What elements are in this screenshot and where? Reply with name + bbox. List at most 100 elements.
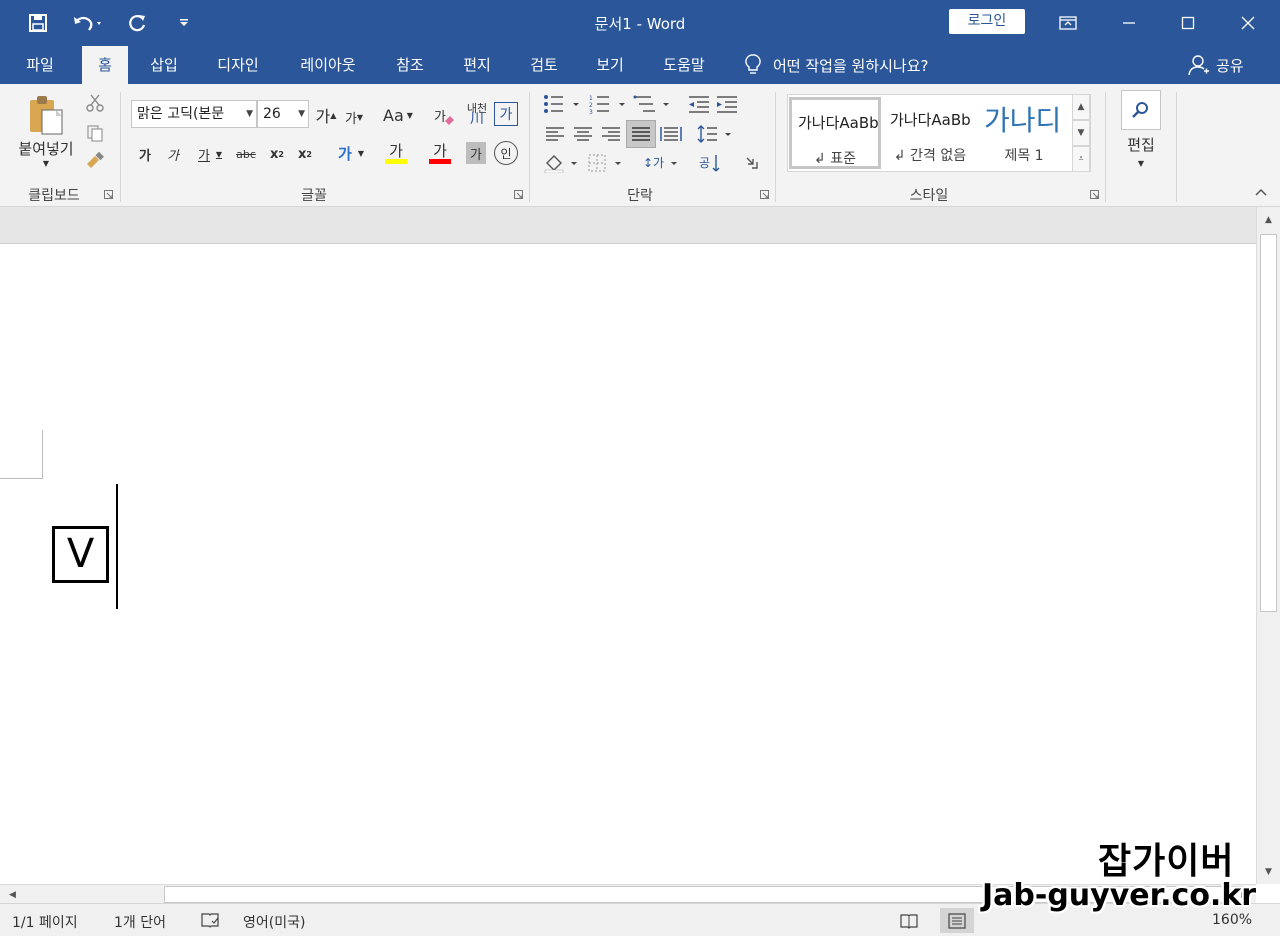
superscript-button[interactable]: x2: [294, 142, 316, 166]
ribbon-display-options-button[interactable]: [1050, 8, 1086, 38]
tab-home[interactable]: 홈: [82, 46, 128, 84]
clear-formatting-button[interactable]: 가: [432, 102, 458, 128]
tab-layout[interactable]: 레이아웃: [288, 46, 368, 84]
style-preview: 가나다AaBb: [890, 111, 971, 129]
vertical-scroll-thumb[interactable]: [1260, 234, 1277, 612]
ruler-area: [0, 207, 1256, 244]
superscript-mark: 2: [306, 149, 312, 159]
tab-file[interactable]: 파일: [14, 46, 66, 84]
styles-scroll-up[interactable]: ▲: [1072, 94, 1090, 120]
font-size-combo[interactable]: 26 ▼: [257, 100, 309, 128]
distributed-button[interactable]: [658, 122, 684, 146]
word-count[interactable]: 1개 단어: [114, 912, 166, 932]
subscript-button[interactable]: x2: [266, 142, 288, 166]
numbering-button[interactable]: 123: [588, 92, 630, 116]
chevron-up-icon: ▲: [1077, 102, 1085, 112]
justify-button[interactable]: [626, 120, 656, 148]
highlight-button[interactable]: 가: [376, 140, 416, 166]
phonetic-guide-button[interactable]: 내천 川: [464, 100, 490, 128]
align-right-button[interactable]: [598, 122, 624, 146]
group-separator: [120, 92, 121, 202]
style-no-spacing[interactable]: 가나다AaBb ↲ 간격 없음: [884, 97, 976, 169]
styles-scroll-down[interactable]: ▼: [1072, 120, 1090, 146]
scroll-left-arrow[interactable]: ◀: [4, 886, 21, 903]
tab-help[interactable]: 도움말: [652, 46, 716, 84]
font-name-combo[interactable]: 맑은 고딕(본문 ▼: [131, 100, 257, 128]
enclose-characters-button[interactable]: 인: [494, 141, 518, 165]
borders-icon: [588, 154, 621, 172]
grow-font-button[interactable]: 가 ▲: [314, 102, 338, 128]
close-button[interactable]: [1230, 8, 1266, 38]
text-cursor: [116, 484, 118, 609]
chevron-down-icon: ▼: [215, 149, 223, 159]
font-color-button[interactable]: 가: [420, 140, 460, 166]
zoom-level[interactable]: 160%: [1212, 912, 1252, 928]
share-button[interactable]: 공유: [1188, 46, 1244, 84]
language-indicator[interactable]: 영어(미국): [243, 912, 305, 932]
sort-button[interactable]: ↕가: [640, 150, 680, 176]
underline-button[interactable]: 가 ▼: [190, 142, 230, 166]
line-spacing-button[interactable]: [696, 122, 736, 146]
text-effects-button[interactable]: 가 ▼: [332, 140, 370, 166]
margin-corner-horizontal: [0, 478, 43, 479]
highlight-color-swatch: [385, 158, 407, 164]
lightbulb-icon: [745, 54, 761, 74]
login-button[interactable]: 로그인: [949, 9, 1025, 34]
tab-view[interactable]: 보기: [585, 46, 635, 84]
paragraph-launcher-icon[interactable]: [760, 190, 770, 200]
vertical-scrollbar[interactable]: ▲ ▼: [1256, 207, 1280, 884]
copy-button[interactable]: [84, 122, 106, 144]
font-name-value: 맑은 고딕(본문: [137, 106, 225, 122]
watermark-url: Jab-guyver.co.kr: [982, 878, 1257, 913]
tab-references[interactable]: 참조: [385, 46, 435, 84]
paragraph-group-label: 단락: [627, 188, 653, 204]
increase-indent-button[interactable]: [714, 92, 740, 116]
cut-button[interactable]: [84, 92, 106, 114]
tab-review[interactable]: 검토: [519, 46, 569, 84]
collapse-ribbon-button[interactable]: [1252, 184, 1270, 200]
maximize-button[interactable]: [1170, 8, 1206, 38]
change-case-icon: Aa: [383, 105, 404, 125]
shading-button[interactable]: [542, 150, 582, 176]
align-left-button[interactable]: [542, 122, 568, 146]
style-heading-1[interactable]: 가나디 제목 1: [978, 97, 1070, 169]
page-count[interactable]: 1/1 페이지: [12, 912, 78, 932]
svg-text:↕가: ↕가: [643, 156, 664, 170]
svg-text:1: 1: [589, 95, 593, 102]
read-mode-button[interactable]: [892, 908, 926, 933]
scroll-up-arrow[interactable]: ▲: [1260, 211, 1277, 228]
character-shading-button[interactable]: 가: [466, 142, 486, 164]
print-layout-button[interactable]: [940, 908, 974, 933]
clipboard-launcher-icon[interactable]: [104, 190, 114, 200]
asian-layout-button[interactable]: [740, 150, 764, 176]
tab-insert[interactable]: 삽입: [140, 46, 188, 84]
align-right-icon: [602, 127, 620, 141]
strikethrough-button[interactable]: abc: [232, 142, 260, 166]
change-case-button[interactable]: Aa ▼: [378, 102, 418, 128]
styles-launcher-icon[interactable]: [1090, 190, 1100, 200]
scroll-down-arrow[interactable]: ▼: [1260, 863, 1277, 880]
more-icon: ⩡: [1078, 154, 1084, 164]
align-center-button[interactable]: [570, 122, 596, 146]
proofing-icon[interactable]: [200, 912, 220, 928]
tab-design[interactable]: 디자인: [206, 46, 270, 84]
styles-more[interactable]: ⩡: [1072, 146, 1090, 172]
paste-button[interactable]: 붙여넣기 ▼: [14, 94, 78, 174]
character-border-button[interactable]: 가: [494, 102, 518, 126]
bold-button[interactable]: 가: [134, 142, 156, 166]
decrease-indent-button[interactable]: [686, 92, 712, 116]
format-painter-button[interactable]: [84, 150, 106, 172]
tell-me-box[interactable]: 어떤 작업을 원하시나요?: [745, 46, 929, 84]
show-hide-marks-button[interactable]: 공: [696, 150, 722, 176]
tab-mailings[interactable]: 편지: [452, 46, 502, 84]
multilevel-list-button[interactable]: [632, 92, 674, 116]
minimize-button[interactable]: [1111, 8, 1147, 38]
document-page[interactable]: V: [0, 244, 1256, 884]
bullets-button[interactable]: [542, 92, 584, 116]
borders-button[interactable]: [586, 150, 626, 176]
font-launcher-icon[interactable]: [514, 190, 524, 200]
style-normal[interactable]: 가나다AaBb ↲ 표준: [789, 97, 881, 169]
shrink-font-button[interactable]: 가 ▼: [342, 104, 366, 130]
editing-button[interactable]: 편집 ▼: [1117, 90, 1165, 176]
italic-button[interactable]: 가: [162, 142, 184, 166]
